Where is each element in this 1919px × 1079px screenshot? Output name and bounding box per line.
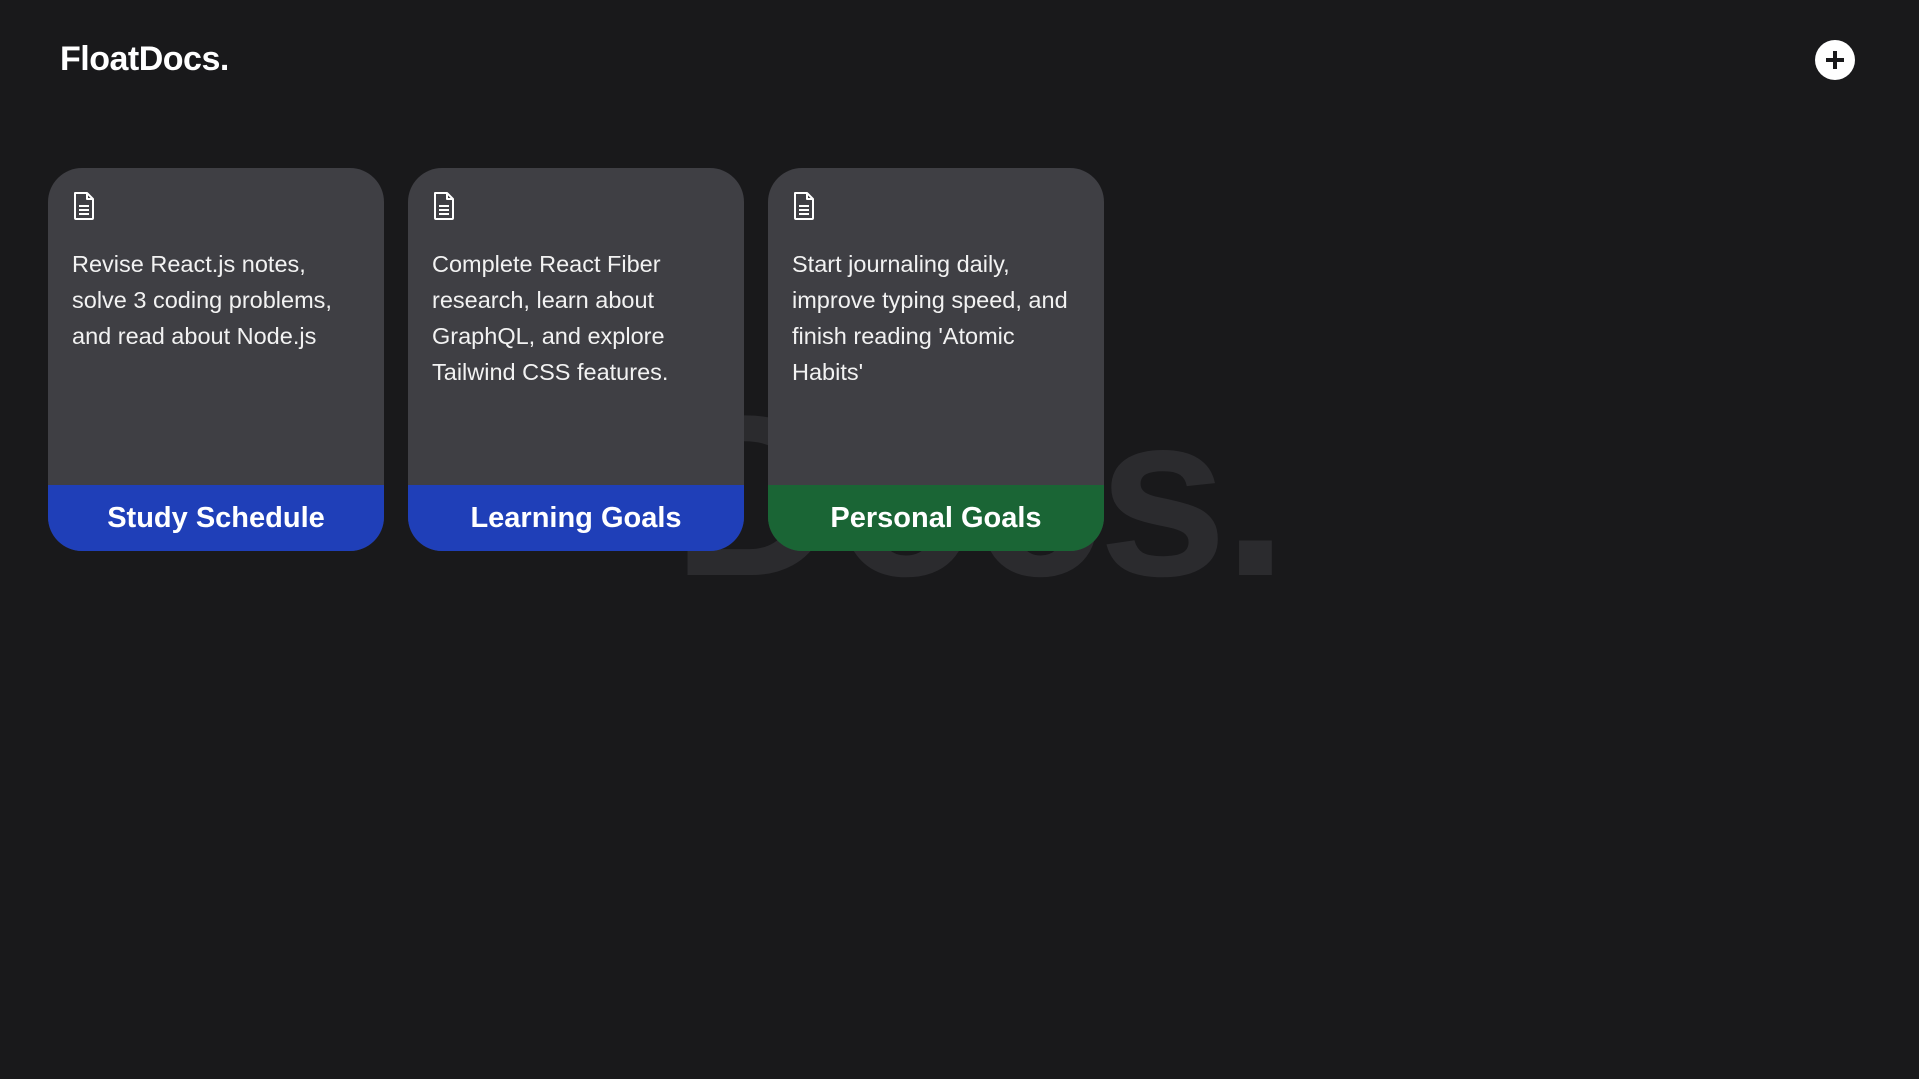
card-description: Start journaling daily, improve typing s…: [792, 251, 1068, 385]
document-card[interactable]: Complete React Fiber research, learn abo…: [408, 168, 744, 551]
plus-icon: [1826, 51, 1844, 69]
add-document-button[interactable]: [1815, 40, 1855, 80]
document-icon: [74, 192, 94, 220]
card-title: Learning Goals: [470, 501, 682, 534]
card-title: Study Schedule: [107, 501, 325, 534]
card-footer[interactable]: Personal Goals: [768, 485, 1104, 551]
document-icon: [794, 192, 814, 220]
document-card[interactable]: Revise React.js notes, solve 3 coding pr…: [48, 168, 384, 551]
app-logo-title: FloatDocs.: [60, 40, 229, 78]
card-title: Personal Goals: [830, 501, 1042, 534]
page: Docs. FloatDocs. Revise React.js notes, …: [0, 0, 1919, 1079]
card-description: Revise React.js notes, solve 3 coding pr…: [72, 251, 332, 349]
card-footer[interactable]: Learning Goals: [408, 485, 744, 551]
document-icon: [434, 192, 454, 220]
card-description: Complete React Fiber research, learn abo…: [432, 251, 669, 385]
document-card[interactable]: Start journaling daily, improve typing s…: [768, 168, 1104, 551]
card-footer[interactable]: Study Schedule: [48, 485, 384, 551]
